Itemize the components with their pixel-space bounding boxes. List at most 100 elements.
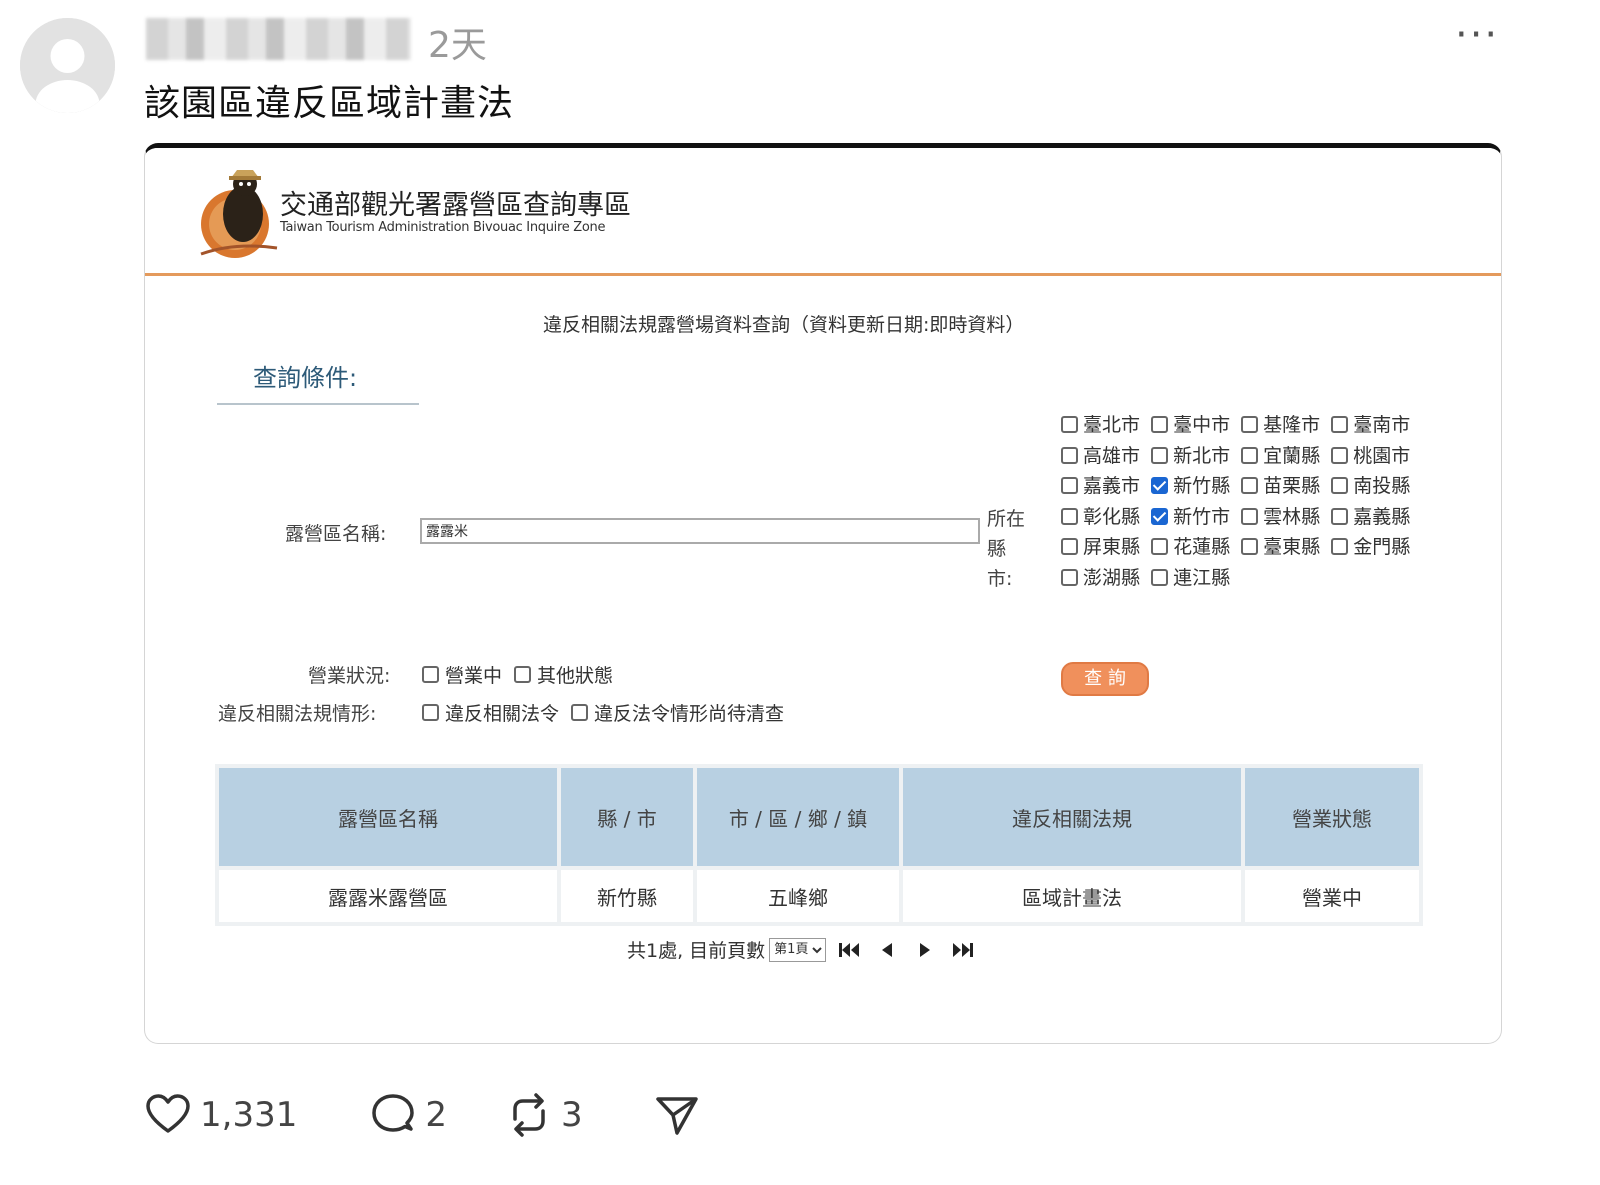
county-checkbox[interactable] bbox=[1331, 507, 1349, 525]
cell-camp-name: 露露米露營區 bbox=[219, 870, 557, 922]
county-checkbox[interactable] bbox=[1151, 416, 1169, 433]
county-checkbox[interactable] bbox=[1241, 416, 1259, 433]
more-options-button[interactable]: ··· bbox=[1455, 12, 1499, 58]
violation-pending-checkbox[interactable] bbox=[571, 704, 589, 721]
violation-options: 違反相關法令 違反法令情形尚待清查 bbox=[420, 699, 784, 726]
search-button[interactable]: 查 詢 bbox=[1061, 662, 1149, 696]
pagination: 共1處, 目前頁數 第1頁 bbox=[627, 936, 982, 963]
share-button[interactable] bbox=[653, 1091, 701, 1139]
county-option[interactable]: 高雄市 bbox=[1061, 445, 1140, 467]
county-option[interactable]: 臺北市 bbox=[1061, 414, 1140, 436]
status-other-checkbox[interactable] bbox=[514, 666, 532, 683]
county-option[interactable]: 新北市 bbox=[1151, 445, 1230, 467]
county-checkbox[interactable] bbox=[1331, 446, 1349, 464]
violation-law-label: 違反相關法令 bbox=[445, 703, 560, 725]
conditions-divider bbox=[217, 403, 419, 405]
like-button[interactable]: 1,331 bbox=[144, 1091, 297, 1139]
last-page-icon[interactable] bbox=[952, 940, 974, 960]
county-option[interactable]: 桃園市 bbox=[1331, 445, 1410, 467]
county-option-label: 屏東縣 bbox=[1083, 536, 1141, 558]
county-option[interactable]: 嘉義縣 bbox=[1331, 506, 1410, 528]
conditions-title: 查詢條件: bbox=[253, 364, 358, 392]
violation-pending-label: 違反法令情形尚待清查 bbox=[594, 703, 785, 725]
county-checkbox[interactable] bbox=[1061, 568, 1078, 586]
county-option[interactable]: 臺南市 bbox=[1331, 414, 1410, 436]
county-checkbox[interactable] bbox=[1151, 477, 1169, 494]
county-option[interactable]: 澎湖縣 bbox=[1061, 567, 1140, 589]
pager-summary: 共1處, 目前頁數 bbox=[627, 940, 766, 962]
county-checkbox[interactable] bbox=[1061, 538, 1078, 555]
previous-page-icon[interactable] bbox=[876, 940, 898, 960]
county-option[interactable]: 雲林縣 bbox=[1241, 506, 1320, 528]
county-checkbox[interactable] bbox=[1061, 416, 1078, 433]
page-heading: 違反相關法規露營場資料查詢（資料更新日期:即時資料） bbox=[543, 314, 1025, 336]
heart-icon bbox=[146, 1094, 190, 1133]
default-avatar-icon bbox=[20, 18, 115, 113]
county-checkbox[interactable] bbox=[1061, 507, 1078, 525]
county-checkbox[interactable] bbox=[1331, 416, 1349, 433]
next-page-icon[interactable] bbox=[914, 940, 936, 960]
county-option[interactable]: 臺東縣 bbox=[1241, 536, 1320, 558]
site-title: 交通部觀光署露營區查詢專區 bbox=[280, 190, 631, 221]
county-checkbox-group: 臺北市 臺中市 基隆市 臺南市 高雄市 新北市 宜蘭縣 桃園市 嘉義市 新竹縣 … bbox=[1061, 410, 1421, 593]
header-status: 營業狀態 bbox=[1245, 768, 1419, 866]
page-select[interactable]: 第1頁 bbox=[769, 937, 827, 962]
county-option[interactable]: 南投縣 bbox=[1331, 475, 1410, 497]
county-checkbox[interactable] bbox=[1241, 538, 1259, 555]
like-count: 1,331 bbox=[200, 1095, 298, 1135]
county-option-label: 臺南市 bbox=[1353, 414, 1411, 436]
avatar[interactable] bbox=[20, 18, 115, 113]
status-open-checkbox[interactable] bbox=[422, 666, 439, 683]
county-option-label: 臺中市 bbox=[1173, 414, 1231, 436]
blurred-username[interactable] bbox=[146, 18, 411, 60]
county-option-label: 苗栗縣 bbox=[1263, 475, 1321, 497]
status-open-label: 營業中 bbox=[445, 665, 503, 687]
header-district: 市 / 區 / 鄉 / 鎮 bbox=[697, 768, 899, 866]
cell-county: 新竹縣 bbox=[561, 870, 693, 922]
county-option[interactable]: 宜蘭縣 bbox=[1241, 445, 1320, 467]
camp-name-input[interactable] bbox=[420, 518, 980, 544]
repost-count: 3 bbox=[560, 1095, 583, 1135]
header-violation: 違反相關法規 bbox=[903, 768, 1241, 866]
first-page-icon[interactable] bbox=[838, 940, 860, 960]
county-option-label: 金門縣 bbox=[1353, 536, 1411, 558]
county-option[interactable]: 彰化縣 bbox=[1061, 506, 1140, 528]
county-checkbox[interactable] bbox=[1151, 446, 1169, 464]
county-option-label: 桃園市 bbox=[1353, 444, 1411, 467]
county-option[interactable]: 連江縣 bbox=[1151, 567, 1230, 589]
county-checkbox[interactable] bbox=[1331, 477, 1349, 494]
table-row[interactable]: 露露米露營區 新竹縣 五峰鄉 區域計畫法 營業中 bbox=[219, 870, 1419, 922]
county-option[interactable]: 嘉義市 bbox=[1061, 475, 1140, 497]
county-checkbox[interactable] bbox=[1151, 507, 1169, 525]
table-header-row: 露營區名稱 縣 / 市 市 / 區 / 鄉 / 鎮 違反相關法規 營業狀態 bbox=[219, 768, 1419, 866]
county-checkbox[interactable] bbox=[1061, 477, 1078, 494]
name-label: 露營區名稱: bbox=[285, 523, 387, 545]
violation-law-checkbox[interactable] bbox=[422, 704, 439, 721]
county-checkbox[interactable] bbox=[1151, 568, 1169, 586]
county-checkbox[interactable] bbox=[1331, 538, 1349, 555]
repost-button[interactable]: 3 bbox=[505, 1091, 583, 1139]
county-option[interactable]: 臺中市 bbox=[1151, 414, 1230, 436]
county-option[interactable]: 新竹縣 bbox=[1151, 475, 1230, 497]
comment-count: 2 bbox=[425, 1095, 447, 1135]
county-option-label: 宜蘭縣 bbox=[1263, 444, 1321, 467]
county-checkbox[interactable] bbox=[1061, 446, 1078, 464]
county-checkbox[interactable] bbox=[1241, 477, 1259, 494]
county-label: 所在縣市: bbox=[987, 508, 1026, 590]
comment-button[interactable]: 2 bbox=[369, 1091, 447, 1139]
embedded-screenshot[interactable]: 交通部觀光署露營區查詢專區 Taiwan Tourism Administrat… bbox=[144, 143, 1502, 1044]
comment-bubble-icon bbox=[372, 1094, 415, 1132]
county-option-label: 彰化縣 bbox=[1083, 505, 1141, 528]
county-option[interactable]: 金門縣 bbox=[1331, 536, 1410, 558]
cell-status: 營業中 bbox=[1245, 870, 1419, 922]
county-checkbox[interactable] bbox=[1151, 538, 1169, 555]
post-text: 該園區違反區域計畫法 bbox=[144, 83, 515, 124]
county-option[interactable]: 新竹市 bbox=[1151, 506, 1230, 528]
county-option[interactable]: 基隆市 bbox=[1241, 414, 1320, 436]
site-subtitle: Taiwan Tourism Administration Bivouac In… bbox=[280, 220, 606, 235]
county-option[interactable]: 屏東縣 bbox=[1061, 536, 1140, 558]
county-option[interactable]: 花蓮縣 bbox=[1151, 536, 1230, 558]
county-option[interactable]: 苗栗縣 bbox=[1241, 475, 1320, 497]
county-checkbox[interactable] bbox=[1241, 446, 1259, 464]
county-checkbox[interactable] bbox=[1241, 507, 1259, 525]
